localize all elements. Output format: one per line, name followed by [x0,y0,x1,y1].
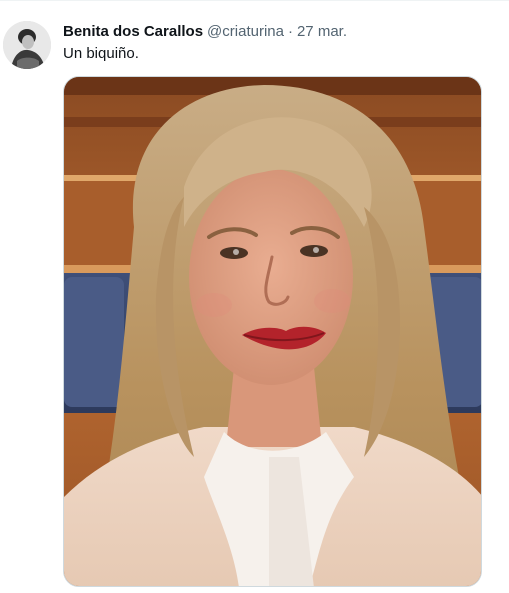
user-avatar-icon [3,21,51,69]
author-handle[interactable]: @criaturina [207,23,284,40]
author-display-name[interactable]: Benita dos Carallos [63,23,203,40]
tweet[interactable]: Benita dos Carallos @criaturina · 27 mar. U… [0,0,509,593]
portrait-photo-icon [64,77,481,586]
tweet-text: Un biquiño. [63,45,139,62]
tweet-media-photo[interactable] [63,76,482,587]
header-separator: · [287,23,293,40]
tweet-header: Benita dos Carallos @criaturina · 27 mar. [63,22,347,42]
author-avatar[interactable] [3,21,51,69]
tweet-date[interactable]: 27 mar. [297,23,347,40]
